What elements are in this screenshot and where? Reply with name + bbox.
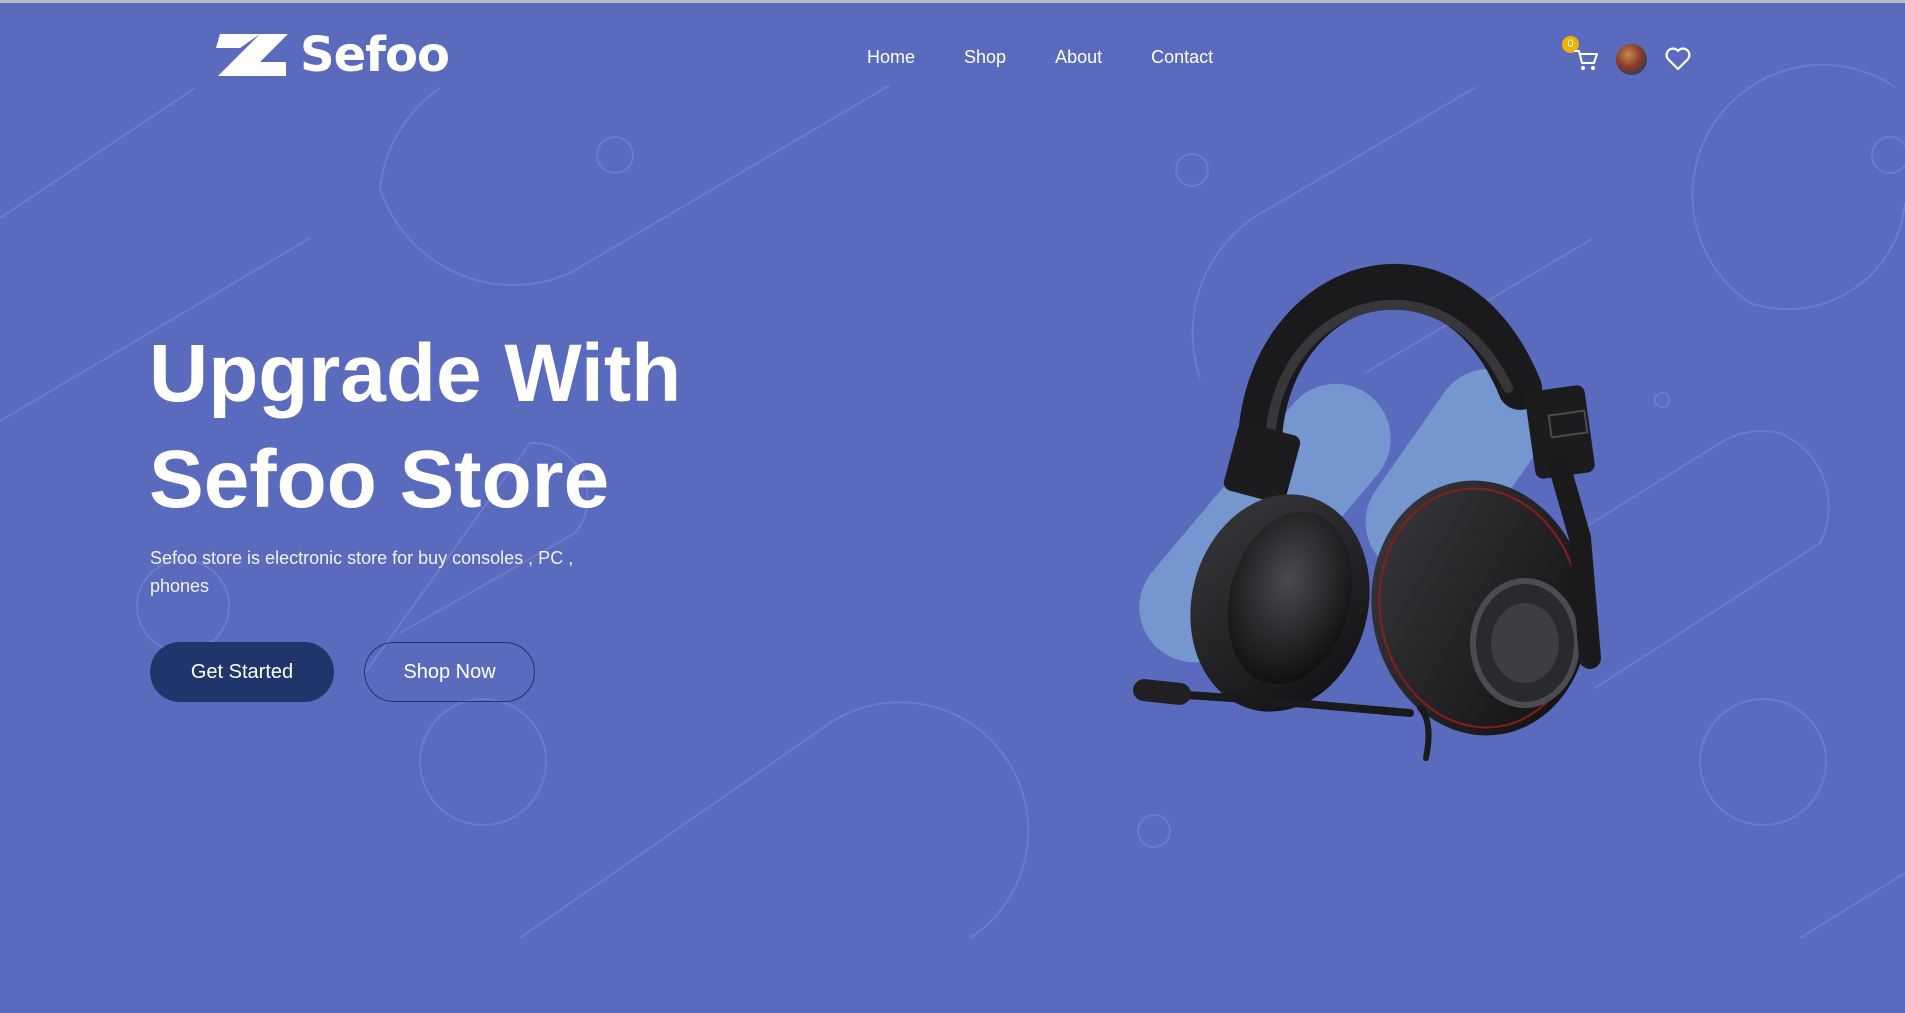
nav-shop[interactable]: Shop	[964, 47, 1006, 68]
header-actions: 0	[1562, 33, 1692, 83]
logo-text: Sefoo	[300, 27, 450, 83]
nav-home[interactable]: Home	[867, 47, 915, 68]
headphones-image	[1133, 263, 1601, 761]
logo-icon	[216, 34, 288, 76]
hero-title: Upgrade With Sefoo Store	[149, 321, 849, 533]
hero-description: Sefoo store is electronic store for buy …	[150, 548, 574, 596]
logo[interactable]: Sefoo	[216, 27, 450, 83]
nav-about[interactable]: About	[1055, 47, 1102, 68]
hero-title-line1: Upgrade With	[149, 328, 682, 419]
shop-now-button[interactable]: Shop Now	[364, 642, 535, 702]
site-header: Sefoo Home Shop About Contact 0	[0, 3, 1905, 113]
hero-title-line2: Sefoo Store	[149, 434, 610, 525]
heart-icon[interactable]	[1664, 45, 1692, 73]
avatar[interactable]	[1616, 44, 1647, 75]
page: Sefoo Home Shop About Contact 0 Upgrade …	[0, 0, 1905, 1013]
get-started-button[interactable]: Get Started	[150, 642, 334, 702]
nav-contact[interactable]: Contact	[1151, 47, 1213, 68]
main-nav: Home Shop About Contact	[867, 47, 1213, 68]
cart-icon[interactable]	[1572, 45, 1600, 73]
